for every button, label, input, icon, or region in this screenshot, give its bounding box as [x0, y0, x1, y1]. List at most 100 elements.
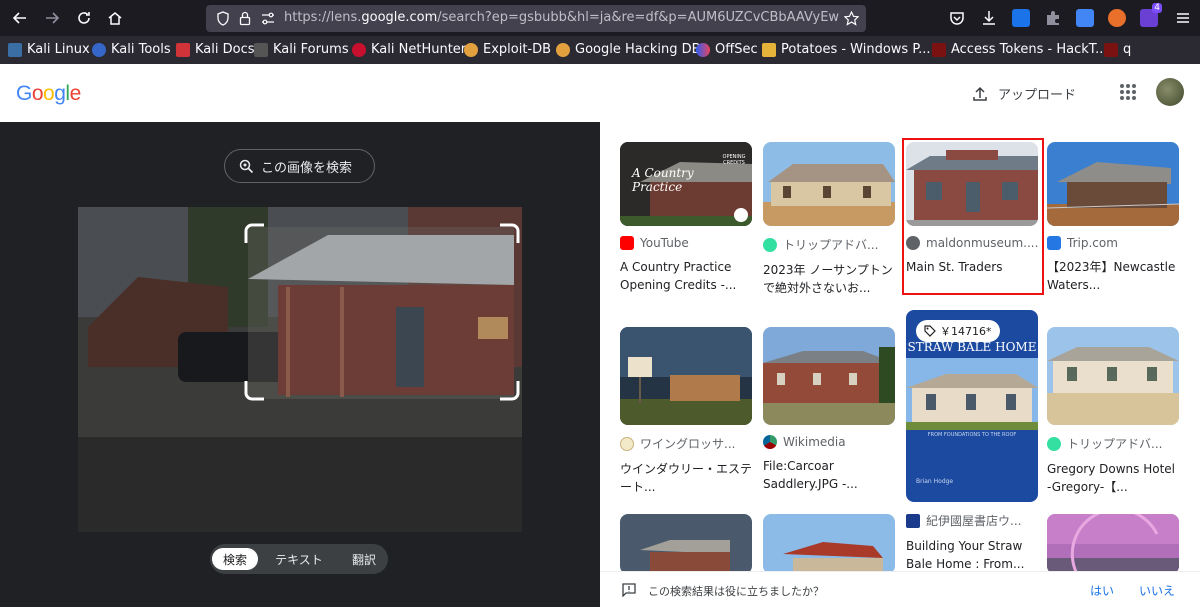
feedback-bar: この検索結果は役に立ちましたか？ はい いいえ — [600, 571, 1200, 607]
wikimedia-icon — [763, 435, 777, 449]
google-logo[interactable]: Google — [16, 82, 81, 106]
kali-forums-icon — [254, 42, 268, 57]
result-source: Wikimedia — [763, 435, 895, 449]
permissions-icon[interactable] — [261, 12, 275, 25]
bookmark-q[interactable]: q — [1104, 42, 1131, 57]
query-image — [78, 207, 522, 532]
avatar[interactable] — [1156, 78, 1184, 106]
kali-dragon-icon — [8, 42, 22, 57]
result-thumbnail — [620, 327, 752, 425]
trip-com-icon — [1047, 236, 1061, 250]
thumbnail-caption: Brian Hodge — [916, 478, 954, 485]
url-path: /search?ep=gsbubb&hl=ja&re=df&p=AUM6UZCv… — [437, 10, 839, 25]
thumbnail-caption: OPENING CREDITS — [722, 154, 746, 166]
home-button[interactable] — [105, 8, 125, 28]
result-thumbnail[interactable] — [1047, 514, 1179, 574]
address-bar[interactable]: https://lens.google.com/search?ep=gsbubb… — [206, 5, 866, 32]
feedback-yes-button[interactable]: はい — [1090, 582, 1114, 599]
result-thumbnail[interactable] — [763, 514, 895, 574]
result-thumbnail — [763, 142, 895, 226]
kali-tools-icon — [92, 42, 106, 57]
bookmark-kali-forums[interactable]: Kali Forums — [254, 42, 349, 57]
bookmark-kali-nethunter[interactable]: Kali NetHunter — [352, 42, 466, 57]
bookmark-kali-linux[interactable]: Kali Linux — [8, 42, 90, 57]
result-title: 【2023年】Newcastle Waters... — [1047, 260, 1176, 292]
upload-button[interactable]: アップロード — [972, 84, 1076, 103]
result-thumbnail: A Country Practice OPENING CREDITS — [620, 142, 752, 226]
pocket-icon[interactable] — [948, 9, 966, 27]
crop-frame[interactable] — [244, 223, 520, 401]
exploit-db-icon — [464, 42, 478, 57]
mode-text[interactable]: テキスト — [268, 548, 330, 570]
price-badge: ￥14716* — [916, 320, 1000, 342]
arrow-right-icon — [46, 12, 60, 24]
result-card[interactable]: STRAW BALE HOME FROM FOUNDATIONS TO THE … — [906, 310, 1038, 573]
result-title: Main St. Traders — [906, 260, 1003, 274]
youtube-icon — [620, 236, 634, 250]
thumbnail-caption: A Country Practice — [632, 166, 694, 194]
feedback-icon — [622, 583, 636, 597]
arrow-left-icon — [12, 12, 26, 24]
puzzle-icon[interactable] — [1044, 9, 1062, 27]
result-source: Trip.com — [1047, 236, 1179, 250]
reload-icon — [78, 12, 90, 24]
result-card[interactable]: maldonmuseum.... Main St. Traders — [906, 142, 1038, 294]
bookmark-kali-docs[interactable]: Kali Docs — [176, 42, 255, 57]
download-icon[interactable] — [980, 9, 998, 27]
browser-toolbar: https://lens.google.com/search?ep=gsbubb… — [0, 0, 1200, 36]
result-card[interactable]: ワイングロッサ... ウインダウリー・エステート... — [620, 327, 752, 496]
home-icon — [108, 12, 122, 25]
url-text: https://lens.google.com/search?ep=gsbubb… — [284, 10, 839, 25]
bookmark-potatoes[interactable]: Potatoes - Windows P... — [762, 42, 931, 57]
result-card[interactable]: A Country Practice OPENING CREDITS YouTu… — [620, 142, 752, 294]
bookmark-offsec[interactable]: OffSec — [696, 42, 758, 57]
translate-icon[interactable] — [1076, 9, 1094, 27]
extension-badge-icon[interactable]: 4 — [1140, 3, 1162, 27]
result-title: Gregory Downs Hotel -Gregory-【... — [1047, 462, 1176, 494]
result-thumbnail — [1047, 327, 1179, 425]
bookmark-google-hacking-db[interactable]: Google Hacking DB — [556, 42, 701, 57]
result-thumbnail: STRAW BALE HOME FROM FOUNDATIONS TO THE … — [906, 310, 1038, 502]
bookmark-kali-tools[interactable]: Kali Tools — [92, 42, 171, 57]
wappalyzer-icon[interactable] — [1108, 9, 1126, 27]
reload-button[interactable] — [74, 8, 94, 28]
search-this-image-button[interactable]: この画像を検索 — [224, 149, 375, 183]
star-icon[interactable] — [844, 11, 859, 26]
apps-grid-icon[interactable] — [1118, 82, 1138, 102]
result-card[interactable]: トリップアドバ... Gregory Downs Hotel -Gregory-… — [1047, 327, 1179, 496]
result-card[interactable]: Trip.com 【2023年】Newcastle Waters... — [1047, 142, 1179, 294]
result-source: ワイングロッサ... — [620, 435, 752, 452]
upload-icon — [973, 86, 987, 101]
result-title: ウインダウリー・エステート... — [620, 462, 752, 494]
lock-icon — [239, 11, 251, 26]
result-card[interactable]: Wikimedia File:Carcoar Saddlery.JPG -... — [763, 327, 895, 493]
feedback-question: この検索結果は役に立ちましたか？ — [648, 585, 824, 598]
mode-search[interactable]: 検索 — [212, 548, 258, 570]
result-source: YouTube — [620, 236, 752, 250]
tag-icon — [924, 325, 936, 337]
pin-icon — [734, 208, 748, 222]
result-card[interactable]: トリップアドバ... 2023年 ノーサンプトンで絶対外さないお... — [763, 142, 895, 297]
back-button[interactable] — [10, 8, 30, 28]
bookmark-access-tokens[interactable]: Access Tokens - HackT... — [932, 42, 1108, 57]
result-thumbnail[interactable] — [620, 514, 752, 574]
feedback-no-button[interactable]: いいえ — [1139, 582, 1175, 599]
wine-glass-icon — [620, 436, 634, 451]
result-title: A Country Practice Opening Credits -... — [620, 260, 737, 292]
bitwarden-icon[interactable] — [1012, 9, 1030, 27]
kinokuniya-icon — [906, 513, 920, 528]
forward-button[interactable] — [42, 8, 62, 28]
bookmark-exploit-db[interactable]: Exploit-DB — [464, 42, 551, 57]
menu-icon[interactable] — [1174, 9, 1192, 27]
result-source: トリップアドバ... — [763, 236, 895, 253]
result-thumbnail — [763, 327, 895, 425]
lens-image-pane: この画像を検索 検索 テキスト 翻訳 — [0, 122, 600, 607]
result-source: maldonmuseum.... — [906, 236, 1038, 250]
google-header: Google アップロード — [0, 64, 1200, 122]
potato-icon — [762, 42, 776, 57]
offsec-icon — [696, 42, 710, 57]
mode-translate[interactable]: 翻訳 — [342, 548, 386, 570]
result-source: トリップアドバ... — [1047, 435, 1179, 452]
result-title: 2023年 ノーサンプトンで絶対外さないお... — [763, 263, 893, 295]
thumbnail-caption: STRAW BALE HOME — [907, 340, 1037, 354]
